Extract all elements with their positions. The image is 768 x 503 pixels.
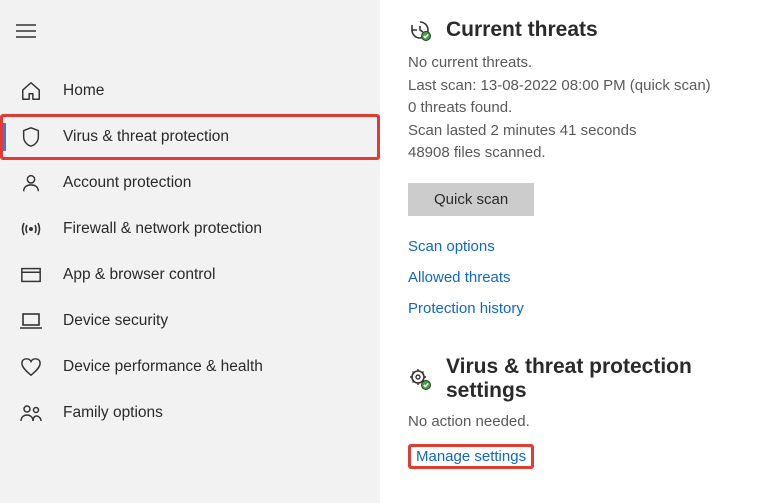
people-icon <box>17 399 45 427</box>
status-line: 48908 files scanned. <box>408 142 762 165</box>
section-title: Current threats <box>446 18 598 42</box>
sidebar-item-family-options[interactable]: Family options <box>0 390 380 436</box>
person-icon <box>17 169 45 197</box>
allowed-threats-link[interactable]: Allowed threats <box>408 269 762 286</box>
sidebar-item-device-security[interactable]: Device security <box>0 298 380 344</box>
sidebar-item-label: Device security <box>63 312 168 330</box>
section-title: Virus & threat protection settings <box>446 355 762 403</box>
manage-settings-link[interactable]: Manage settings <box>416 448 526 465</box>
gear-icon <box>408 367 432 391</box>
settings-header: Virus & threat protection settings <box>408 355 762 403</box>
laptop-icon <box>17 307 45 335</box>
hamburger-menu[interactable] <box>0 24 380 68</box>
threat-status: No current threats. Last scan: 13-08-202… <box>408 52 762 165</box>
sidebar-item-label: Account protection <box>63 174 191 192</box>
home-icon <box>17 77 45 105</box>
current-threats-header: Current threats <box>408 18 762 42</box>
settings-status: No action needed. <box>408 413 762 430</box>
sidebar-item-virus-threat[interactable]: Virus & threat protection <box>0 114 380 160</box>
sidebar-item-firewall[interactable]: Firewall & network protection <box>0 206 380 252</box>
scan-options-link[interactable]: Scan options <box>408 238 762 255</box>
status-line: Scan lasted 2 minutes 41 seconds <box>408 120 762 143</box>
sidebar-item-device-performance[interactable]: Device performance & health <box>0 344 380 390</box>
sidebar-item-label: Virus & threat protection <box>63 128 229 146</box>
status-line: Last scan: 13-08-2022 08:00 PM (quick sc… <box>408 75 762 98</box>
hamburger-icon <box>16 24 36 38</box>
main-content: Current threats No current threats. Last… <box>380 0 768 503</box>
sidebar-item-label: App & browser control <box>63 266 216 284</box>
shield-icon <box>17 123 45 151</box>
history-icon <box>408 18 432 42</box>
status-line: No current threats. <box>408 52 762 75</box>
sidebar-item-label: Firewall & network protection <box>63 220 262 238</box>
sidebar-item-home[interactable]: Home <box>0 68 380 114</box>
window-icon <box>17 261 45 289</box>
sidebar-item-label: Home <box>63 82 104 100</box>
manage-settings-highlight: Manage settings <box>408 444 534 469</box>
protection-history-link[interactable]: Protection history <box>408 300 762 317</box>
sidebar: Home Virus & threat protection Account p… <box>0 0 380 503</box>
sidebar-item-app-browser[interactable]: App & browser control <box>0 252 380 298</box>
broadcast-icon <box>17 215 45 243</box>
sidebar-item-label: Family options <box>63 404 163 422</box>
status-line: 0 threats found. <box>408 97 762 120</box>
sidebar-item-label: Device performance & health <box>63 358 263 376</box>
sidebar-item-account-protection[interactable]: Account protection <box>0 160 380 206</box>
quick-scan-button[interactable]: Quick scan <box>408 183 534 216</box>
heart-icon <box>17 353 45 381</box>
